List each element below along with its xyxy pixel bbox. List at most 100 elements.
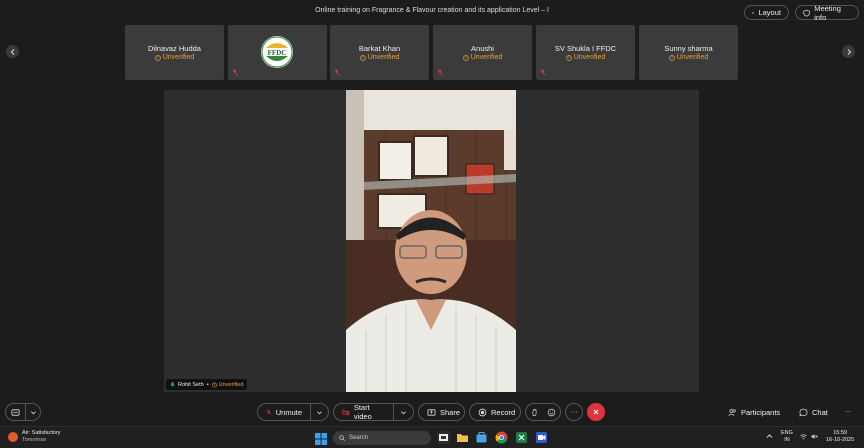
store-icon[interactable] — [475, 431, 488, 444]
video-control: Start video — [333, 403, 414, 421]
share-label: Share — [440, 407, 461, 417]
language-indicator[interactable]: ENG IN — [781, 430, 793, 444]
participant-status: Unverified — [125, 54, 224, 61]
shield-icon — [803, 9, 810, 17]
participant-tile[interactable]: Anushi Unverified — [433, 25, 532, 80]
audio-control: Unmute — [257, 403, 329, 421]
start-video-label: Start video — [353, 403, 372, 421]
speaker-status: Unverified — [211, 382, 243, 388]
svg-text:FFDC: FFDC — [268, 49, 287, 57]
close-icon — [593, 409, 599, 415]
strip-next-button[interactable] — [842, 45, 855, 58]
search-icon — [339, 435, 345, 441]
clock-warning-icon — [211, 382, 217, 387]
layout-icon — [752, 11, 755, 14]
reactions-control — [525, 403, 561, 421]
participant-name: Dilnavaz Hudda — [148, 44, 201, 53]
unmute-button[interactable]: Unmute — [258, 404, 310, 420]
strip-prev-button[interactable] — [6, 45, 19, 58]
meeting-info-button[interactable]: Meeting info — [795, 3, 859, 22]
taskbar-search[interactable]: Search — [333, 431, 431, 445]
chevron-down-icon — [400, 410, 406, 414]
participant-tile[interactable]: FFDC — [228, 25, 327, 80]
zoom-meetings-icon[interactable] — [535, 431, 548, 444]
chrome-icon[interactable] — [495, 431, 508, 444]
overflow-menu-button[interactable]: ··· — [845, 403, 851, 421]
reactions-button[interactable] — [543, 404, 560, 420]
windows-start-icon[interactable] — [315, 432, 327, 445]
audio-options-button[interactable] — [311, 404, 328, 420]
weather-line2: Tomorrow — [22, 437, 47, 443]
chat-icon — [799, 408, 808, 417]
speaker-name: Rohit Seth — [178, 381, 204, 388]
record-button[interactable]: Record — [469, 403, 521, 421]
participant-name: SV Shukla I FFDC — [554, 44, 617, 53]
speaker-name-tag: Rohit Seth • Unverified — [166, 379, 248, 390]
start-video-button[interactable]: Start video — [334, 403, 393, 421]
captions-menu-button[interactable] — [26, 404, 40, 420]
mic-off-icon — [334, 69, 340, 76]
chevron-left-icon — [10, 48, 14, 55]
participants-button[interactable]: Participants — [728, 403, 780, 421]
people-icon — [728, 408, 736, 416]
weather-widget[interactable]: Air: Satisfactory Tomorrow — [8, 430, 61, 444]
participant-name: Sunny sharma — [664, 44, 713, 53]
clock-warning-icon — [668, 54, 675, 61]
file-explorer-icon[interactable] — [456, 431, 469, 444]
layout-label: Layout — [758, 8, 781, 17]
meeting-info-label: Meeting info — [814, 3, 841, 22]
mic-icon — [170, 381, 175, 386]
overflow-icon: ··· — [845, 409, 851, 415]
mic-off-icon — [266, 409, 272, 415]
speaker-video[interactable] — [346, 90, 516, 392]
mic-off-icon — [232, 69, 238, 76]
chat-button[interactable]: Chat — [799, 403, 828, 421]
hand-icon — [532, 408, 537, 416]
share-button[interactable]: Share — [418, 403, 465, 421]
chevron-down-icon — [30, 410, 36, 414]
main-video-stage: Rohit Seth • Unverified — [164, 90, 699, 392]
participant-tile[interactable]: SV Shukla I FFDC Unverified — [536, 25, 635, 80]
excel-icon[interactable] — [515, 431, 528, 444]
tray-overflow-icon[interactable] — [766, 433, 773, 443]
chevron-right-icon — [847, 48, 851, 55]
share-screen-icon — [427, 408, 436, 416]
record-label: Record — [491, 407, 516, 417]
speaker-muted-icon[interactable] — [811, 433, 818, 443]
windows-taskbar: Air: Satisfactory Tomorrow Search ENG IN — [0, 426, 864, 448]
mic-off-icon — [540, 69, 546, 76]
wifi-icon[interactable] — [800, 433, 807, 443]
leave-meeting-button[interactable] — [587, 403, 605, 421]
record-icon — [478, 408, 487, 416]
clock-warning-icon — [154, 54, 161, 61]
search-placeholder: Search — [349, 435, 369, 441]
unmute-label: Unmute — [275, 407, 302, 417]
clock-warning-icon — [359, 54, 366, 61]
participant-status: Unverified — [433, 54, 532, 61]
participant-tile[interactable]: Sunny sharma Unverified — [639, 25, 738, 80]
captions-control — [5, 403, 41, 421]
video-options-button[interactable] — [394, 404, 413, 420]
participant-name: Anushi — [471, 44, 494, 53]
more-icon: ··· — [570, 408, 578, 416]
emoji-icon — [547, 408, 556, 416]
raise-hand-button[interactable] — [526, 404, 543, 420]
record-content: Record — [470, 404, 523, 420]
participant-tile[interactable]: Barkat Khan Unverified — [330, 25, 429, 80]
layout-button[interactable]: Layout — [744, 5, 789, 20]
meeting-window: Online training on Fragrance & Flavour c… — [0, 0, 864, 448]
participant-tile[interactable]: Dilnavaz Hudda Unverified — [125, 25, 224, 80]
more-options-button[interactable]: ··· — [565, 403, 583, 421]
clock[interactable]: 15:59 16-10-2025 — [826, 430, 854, 444]
captions-button[interactable] — [6, 404, 25, 420]
task-view-icon[interactable] — [437, 431, 450, 444]
participant-status: Unverified — [639, 54, 738, 61]
air-quality-icon — [8, 432, 18, 442]
chat-label: Chat — [812, 407, 828, 417]
mic-off-icon — [437, 69, 443, 76]
weather-line1: Air: Satisfactory — [22, 430, 61, 436]
top-bar: Online training on Fragrance & Flavour c… — [0, 0, 864, 24]
captions-icon — [11, 408, 20, 416]
meeting-title: Online training on Fragrance & Flavour c… — [315, 7, 549, 14]
clock-warning-icon — [462, 54, 469, 61]
